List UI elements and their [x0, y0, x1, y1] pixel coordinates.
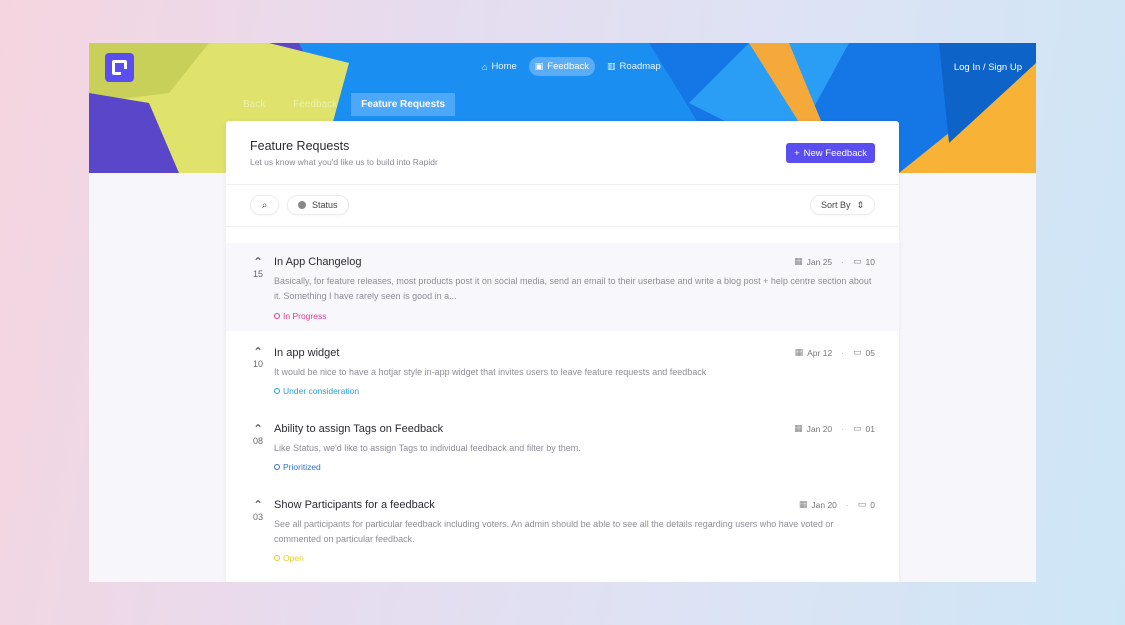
feedback-item[interactable]: ⌃ 03 Show Participants for a feedback Se…: [226, 483, 899, 573]
status-badge: Prioritized: [274, 462, 321, 472]
feedback-meta: ▦ Jan 25 · ▭ 10: [794, 256, 875, 267]
feedback-title[interactable]: Ability to assign Tags on Feedback: [274, 423, 443, 435]
feedback-title[interactable]: In App Changelog: [274, 256, 361, 268]
comment-icon: ▭: [853, 423, 862, 433]
new-feedback-button[interactable]: + New Feedback: [786, 143, 875, 163]
status-ring-icon: [274, 388, 280, 394]
status-label: Under consideration: [283, 386, 360, 396]
status-filter-button[interactable]: Status: [287, 195, 349, 215]
upvote-icon[interactable]: ⌃: [248, 346, 268, 358]
meta-separator: ·: [841, 256, 845, 267]
breadcrumb-back[interactable]: Back: [229, 93, 279, 116]
status-badge: In Progress: [274, 311, 326, 321]
nav-feedback-label: Feedback: [547, 61, 590, 72]
calendar-icon: ▦: [798, 499, 808, 509]
status-dot-icon: [298, 201, 306, 209]
comment-icon: ▭: [853, 256, 862, 266]
top-nav: ⌂ Home ▣ Feedback ▥ Roadmap: [476, 57, 667, 76]
status-ring-icon: [274, 555, 280, 561]
nav-roadmap[interactable]: ▥ Roadmap: [601, 57, 667, 76]
status-ring-icon: [274, 464, 280, 470]
calendar-icon: ▦: [794, 256, 803, 266]
feedback-date: Jan 20: [811, 499, 837, 510]
comment-icon: ▭: [853, 347, 862, 357]
status-ring-icon: [274, 313, 280, 319]
breadcrumb: Back Feedback Feature Requests: [229, 93, 456, 116]
feedback-icon: ▣: [534, 61, 544, 71]
comment-count: 01: [865, 423, 875, 434]
sort-by-label: Sort By: [820, 200, 851, 210]
status-badge: Under consideration: [274, 386, 359, 396]
status-badge: Open: [274, 553, 304, 563]
feedback-item[interactable]: ⌃ 10 In app widget It would be nice to h…: [226, 331, 899, 407]
feedback-item[interactable]: ⌃ 15 In App Changelog Basically, for fea…: [226, 243, 899, 331]
feedback-date: Apr 12: [807, 347, 833, 358]
upvote-icon[interactable]: ⌃: [248, 423, 268, 435]
search-icon: ⌕: [261, 199, 268, 211]
breadcrumb-current: Feature Requests: [351, 93, 456, 116]
comment-icon: ▭: [857, 499, 867, 509]
feedback-list: ⌃ 15 In App Changelog Basically, for fea…: [226, 243, 899, 573]
calendar-icon: ▦: [794, 423, 803, 433]
home-icon: ⌂: [482, 61, 488, 72]
upvote-control[interactable]: ⌃ 08: [248, 423, 268, 446]
feedback-meta: ▦ Jan 20 · ▭ 0: [799, 499, 875, 510]
status-label: Open: [283, 553, 304, 563]
upvote-icon[interactable]: ⌃: [248, 256, 268, 268]
page-subtitle: Let us know what you'd like us to build …: [250, 157, 438, 167]
upvote-control[interactable]: ⌃ 03: [248, 499, 268, 522]
app-window: ⌂ Home ▣ Feedback ▥ Roadmap Log In / Sig…: [89, 43, 1036, 582]
feedback-description: See all participants for particular feed…: [274, 519, 834, 544]
nav-home-label: Home: [491, 61, 517, 72]
page-title: Feature Requests: [250, 139, 350, 153]
search-button[interactable]: ⌕: [250, 195, 279, 215]
vote-count: 08: [252, 436, 263, 446]
feedback-meta: ▦ Apr 12 · ▭ 05: [795, 347, 875, 358]
vote-count: 10: [252, 359, 263, 369]
login-signup-link[interactable]: Log In / Sign Up: [954, 62, 1022, 73]
feedback-title[interactable]: In app widget: [274, 347, 339, 359]
breadcrumb-feedback[interactable]: Feedback: [279, 93, 351, 116]
comment-count: 10: [865, 256, 875, 267]
feedback-item[interactable]: ⌃ 08 Ability to assign Tags on Feedback …: [226, 407, 899, 483]
status-filter-label: Status: [312, 200, 338, 210]
meta-separator: ·: [841, 347, 845, 358]
plus-icon: +: [794, 147, 800, 159]
feedback-title[interactable]: Show Participants for a feedback: [274, 499, 435, 511]
feedback-description: Basically, for feature releases, most pr…: [274, 276, 872, 301]
upvote-control[interactable]: ⌃ 10: [248, 346, 268, 369]
upvote-control[interactable]: ⌃ 15: [248, 256, 268, 279]
nav-roadmap-label: Roadmap: [619, 61, 661, 72]
feedback-description: It would be nice to have a hotjar style …: [274, 367, 707, 377]
comment-count: 0: [870, 499, 875, 510]
meta-separator: ·: [841, 423, 845, 434]
feedback-date: Jan 25: [806, 256, 833, 267]
feedback-board-card: Feature Requests Let us know what you'd …: [226, 121, 899, 582]
comment-count: 05: [865, 347, 875, 358]
filter-toolbar: ⌕ Status Sort By ⇕: [226, 185, 899, 227]
status-label: In Progress: [283, 311, 327, 321]
meta-separator: ·: [845, 499, 849, 510]
feedback-meta: ▦ Jan 20 · ▭ 01: [794, 423, 875, 434]
sort-by-button[interactable]: Sort By ⇕: [809, 195, 875, 215]
vote-count: 15: [252, 269, 263, 279]
board-header: Feature Requests Let us know what you'd …: [226, 121, 899, 185]
nav-home[interactable]: ⌂ Home: [476, 57, 523, 76]
nav-feedback[interactable]: ▣ Feedback: [528, 57, 596, 76]
new-feedback-label: New Feedback: [803, 147, 867, 159]
map-icon: ▥: [607, 61, 616, 71]
feedback-date: Jan 20: [806, 423, 833, 434]
upvote-icon[interactable]: ⌃: [248, 499, 268, 511]
status-label: Prioritized: [283, 462, 321, 472]
vote-count: 03: [252, 512, 263, 522]
rapidr-logo[interactable]: [105, 53, 134, 82]
calendar-icon: ▦: [794, 347, 804, 357]
feedback-description: Like Status, we'd like to assign Tags to…: [274, 443, 581, 453]
sort-icon: ⇕: [856, 199, 864, 210]
